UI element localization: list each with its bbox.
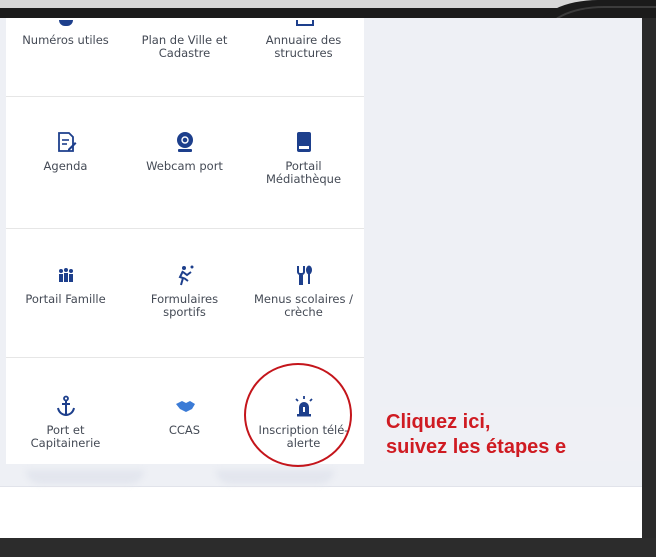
grid-row: Agenda Webcam port Portail Médiathèque xyxy=(6,97,364,229)
callout-line-2: suivez les étapes e xyxy=(386,436,567,458)
tile-label: Port et Capitainerie xyxy=(30,423,101,450)
tile-portail-famille[interactable]: Portail Famille xyxy=(6,264,125,306)
grid-row: Numéros utiles Plan de Ville et Cadastre… xyxy=(6,18,364,97)
tile-label: CCAS xyxy=(168,423,201,437)
phone-icon xyxy=(59,20,73,26)
directory-icon xyxy=(296,20,314,26)
tile-portail-mediatheque[interactable]: Portail Médiathèque xyxy=(244,131,363,186)
grid-row: Portail Famille Formulaires sportifs Men… xyxy=(6,229,364,358)
tile-label: Portail Famille xyxy=(25,292,106,306)
book-icon xyxy=(296,132,311,152)
sport-icon xyxy=(178,265,193,286)
tile-label: Webcam port xyxy=(146,159,223,173)
tile-port-capitainerie[interactable]: Port et Capitainerie xyxy=(6,395,125,450)
callout-line-1: Cliquez ici, xyxy=(386,411,491,433)
handshake-icon xyxy=(175,401,195,412)
device-bezel-right xyxy=(642,18,656,557)
cutlery-icon xyxy=(296,265,312,285)
tile-menus-scolaires[interactable]: Menus scolaires / crèche xyxy=(244,264,363,319)
tile-numeros-utiles[interactable]: Numéros utiles xyxy=(6,34,125,47)
anchor-icon xyxy=(56,395,75,417)
tile-label: Agenda xyxy=(43,159,88,173)
tile-label: Menus scolaires / crèche xyxy=(253,292,354,319)
card-shadow xyxy=(26,470,144,484)
tile-label: Formulaires sportifs xyxy=(150,292,219,319)
tile-label: Numéros utiles xyxy=(22,33,109,47)
webcam-icon xyxy=(176,132,193,152)
family-icon xyxy=(58,268,73,282)
card-shadow xyxy=(216,470,334,484)
tile-ccas[interactable]: CCAS xyxy=(125,395,244,437)
agenda-icon xyxy=(57,132,76,152)
tile-label: Plan de Ville et Cadastre xyxy=(141,33,228,60)
tile-plan-de-ville[interactable]: Plan de Ville et Cadastre xyxy=(125,34,244,60)
tile-label: Portail Médiathèque xyxy=(265,159,342,186)
screen: Numéros utiles Plan de Ville et Cadastre… xyxy=(0,18,642,538)
tile-label: Annuaire des structures xyxy=(265,33,342,60)
screen-footer-bar xyxy=(0,486,642,538)
device-bezel-bottom xyxy=(0,538,656,557)
tile-agenda[interactable]: Agenda xyxy=(6,131,125,173)
tile-annuaire[interactable]: Annuaire des structures xyxy=(244,34,363,60)
tile-webcam-port[interactable]: Webcam port xyxy=(125,131,244,173)
instruction-callout: Cliquez ici, suivez les étapes e xyxy=(386,410,566,460)
highlight-circle xyxy=(244,363,352,467)
tile-formulaires-sportifs[interactable]: Formulaires sportifs xyxy=(125,264,244,319)
